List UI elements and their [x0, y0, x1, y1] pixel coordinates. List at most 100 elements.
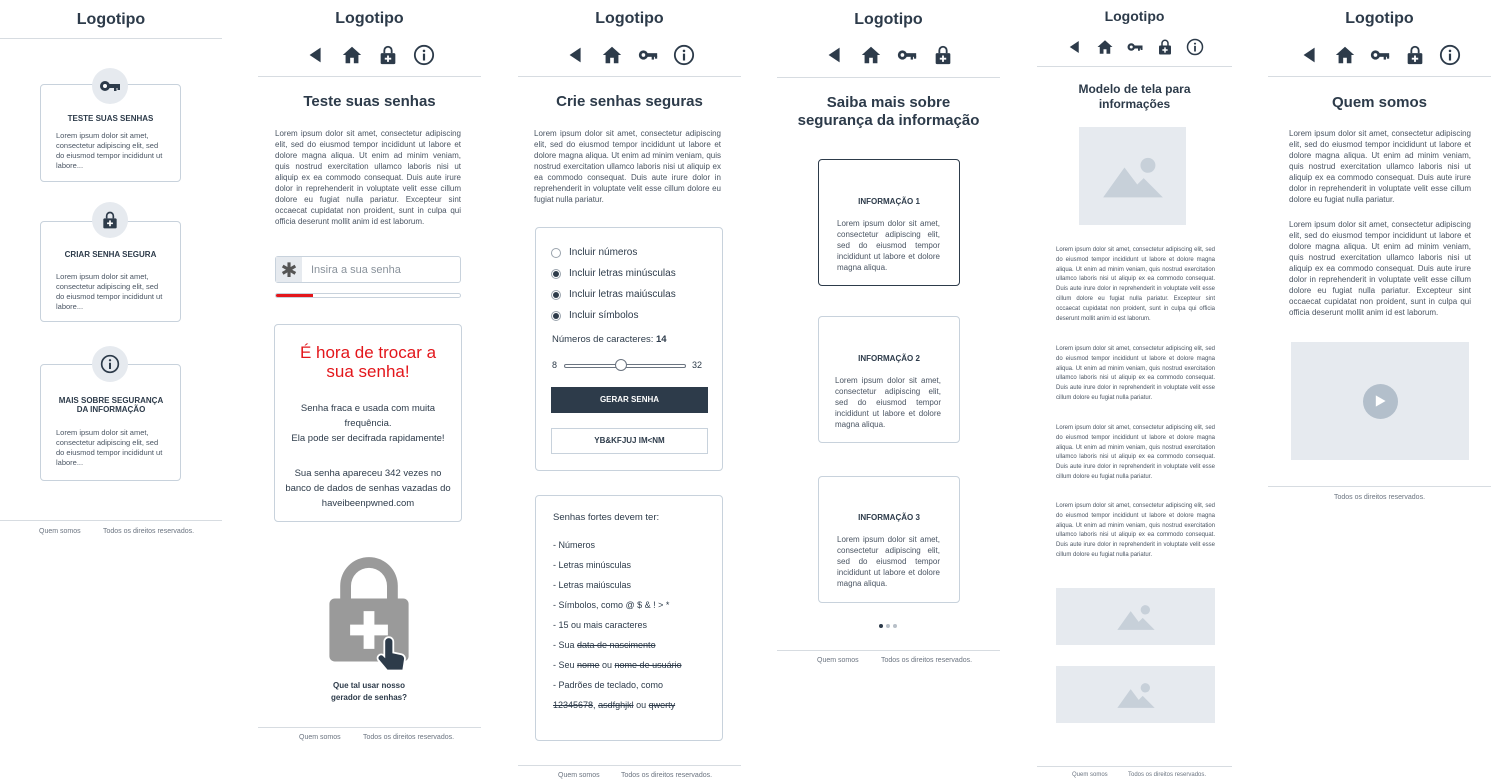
- footer-rights: Todos os direitos reservados.: [363, 734, 455, 741]
- info-card-text: Lorem ipsum dolor sit amet, consectetur …: [837, 535, 940, 588]
- divider: [777, 650, 1000, 651]
- password-field[interactable]: ✱ Insira a sua senha: [275, 256, 461, 283]
- tip-avoid-birthdate: - Sua data de nascimento: [553, 640, 713, 660]
- footer-about-link[interactable]: Quem somos: [1072, 772, 1108, 778]
- length-value: 14: [656, 334, 667, 345]
- tip-avoid-name: - Seu nome ou nome de usuário: [553, 660, 713, 680]
- footer-rights: Todos os direitos reservados.: [1333, 494, 1426, 501]
- lock-plus-icon[interactable]: [1404, 44, 1426, 66]
- tip-strike: asdfghjkl: [598, 700, 634, 710]
- radio-unchecked-icon[interactable]: [551, 247, 561, 258]
- tip-strike: 12345678: [553, 700, 594, 710]
- generated-password[interactable]: YB&KFJUJ IM<NM: [551, 428, 708, 454]
- footer-about-link[interactable]: Quem somos: [299, 734, 341, 741]
- page-title: Quem somos: [1331, 94, 1428, 111]
- divider: [777, 77, 1000, 78]
- carousel-dot-active[interactable]: [879, 624, 883, 628]
- back-icon[interactable]: [1299, 44, 1321, 66]
- lock-plus-icon: [100, 210, 120, 230]
- video-placeholder[interactable]: [1291, 342, 1469, 460]
- generator-cta[interactable]: Que tal usar nosso gerador de senhas?: [324, 680, 414, 704]
- info-icon[interactable]: [413, 44, 435, 66]
- home-icon[interactable]: [1334, 44, 1356, 66]
- card-text: Lorem ipsum dolor sit amet, consectetur …: [56, 428, 163, 467]
- body-text: Lorem ipsum dolor sit amet, consectetur …: [1056, 503, 1215, 558]
- home-icon[interactable]: [341, 44, 363, 66]
- card-icon-circle: [92, 346, 128, 382]
- lock-plus-click-icon[interactable]: [324, 548, 414, 676]
- radio-checked-icon[interactable]: [551, 289, 561, 300]
- tip-strike: qwerty: [648, 700, 676, 710]
- tips-list: - Números - Letras minúsculas - Letras m…: [553, 540, 713, 720]
- alert-line-3: Sua senha apareceu 342 vezes no banco de…: [285, 468, 451, 509]
- key-icon[interactable]: [637, 44, 659, 66]
- lock-plus-icon[interactable]: [1156, 38, 1174, 56]
- option-symbols[interactable]: Incluir símbolos: [551, 305, 711, 326]
- footer-about-link[interactable]: Quem somos: [39, 528, 81, 535]
- card-title: CRIAR SENHA SEGURA: [64, 250, 157, 259]
- back-icon[interactable]: [1066, 38, 1084, 56]
- back-icon[interactable]: [565, 44, 587, 66]
- tip-item: - 15 ou mais caracteres: [553, 620, 648, 630]
- carousel-dot[interactable]: [893, 624, 897, 628]
- lock-plus-icon[interactable]: [932, 44, 954, 66]
- tip-avoid-patterns-examples: 12345678, asdfghjkl ou qwerty: [553, 700, 713, 720]
- carousel-dots[interactable]: [879, 624, 897, 628]
- back-icon[interactable]: [305, 44, 327, 66]
- footer-rights: Todos os direitos reservados.: [1128, 772, 1207, 778]
- tip-item: - Letras minúsculas: [553, 560, 632, 570]
- about-text: Lorem ipsum dolor sit amet, consectetur …: [1289, 220, 1471, 317]
- play-icon[interactable]: [1362, 383, 1398, 419]
- info-card-title: INFORMAÇÃO 1: [858, 197, 920, 206]
- card-icon-circle: [92, 68, 128, 104]
- divider: [258, 76, 481, 77]
- body-text: Lorem ipsum dolor sit amet, consectetur …: [1056, 346, 1215, 401]
- footer-about-link[interactable]: Quem somos: [558, 772, 600, 779]
- divider: [0, 38, 222, 39]
- divider: [1037, 766, 1232, 767]
- slider-handle[interactable]: [615, 359, 627, 371]
- radio-checked-icon[interactable]: [551, 268, 561, 279]
- image-icon: [1116, 603, 1156, 630]
- back-icon[interactable]: [824, 44, 846, 66]
- info-icon[interactable]: [1186, 38, 1204, 56]
- alert-line-1: Senha fraca e usada com muita frequência…: [300, 403, 436, 429]
- password-placeholder: Insira a sua senha: [311, 264, 401, 276]
- key-icon[interactable]: [1369, 44, 1391, 66]
- info-icon[interactable]: [1439, 44, 1461, 66]
- generate-button[interactable]: GERAR SENHA: [551, 387, 708, 413]
- tip-strike: nome de usuário: [614, 660, 682, 670]
- body-text: Lorem ipsum dolor sit amet, consectetur …: [1056, 247, 1215, 322]
- footer-about-link[interactable]: Quem somos: [817, 657, 859, 664]
- screen-create-password: Logotipo Crie senhas seguras Lorem ipsum…: [518, 0, 741, 784]
- home-icon[interactable]: [601, 44, 623, 66]
- key-icon[interactable]: [1126, 38, 1144, 56]
- lock-plus-icon[interactable]: [377, 44, 399, 66]
- carousel-dot[interactable]: [886, 624, 890, 628]
- option-lowercase[interactable]: Incluir letras minúsculas: [551, 263, 711, 284]
- card-title: TESTE SUAS SENHAS: [67, 114, 154, 123]
- image-placeholder: [1079, 127, 1186, 225]
- logo: Logotipo: [595, 10, 664, 27]
- tip-avoid-patterns: - Padrões de teclado, como: [553, 680, 664, 690]
- tip-prefix: - Sua: [553, 640, 578, 650]
- image-icon: [1101, 154, 1165, 198]
- logo: Logotipo: [1345, 10, 1414, 27]
- divider: [1268, 486, 1491, 487]
- option-uppercase[interactable]: Incluir letras maiúsculas: [551, 284, 711, 305]
- home-icon[interactable]: [1096, 38, 1114, 56]
- key-icon[interactable]: [896, 44, 918, 66]
- image-icon: [1116, 681, 1156, 708]
- footer-rights: Todos os direitos reservados.: [881, 657, 973, 664]
- home-icon[interactable]: [860, 44, 882, 66]
- screen-info: Logotipo Saiba mais sobre segurança da i…: [777, 0, 1000, 784]
- alert-line-2: Ela pode ser decifrada rapidamente!: [291, 433, 445, 444]
- tip-item: - Números: [553, 540, 596, 550]
- option-numbers[interactable]: Incluir números: [551, 242, 711, 263]
- info-card-title: INFORMAÇÃO 2: [858, 354, 920, 363]
- card-text: Lorem ipsum dolor sit amet, consectetur …: [56, 272, 163, 311]
- info-icon[interactable]: [673, 44, 695, 66]
- card-icon-circle: [92, 202, 128, 238]
- radio-checked-icon[interactable]: [551, 310, 561, 321]
- length-label: Números de caracteres: 14: [552, 334, 667, 345]
